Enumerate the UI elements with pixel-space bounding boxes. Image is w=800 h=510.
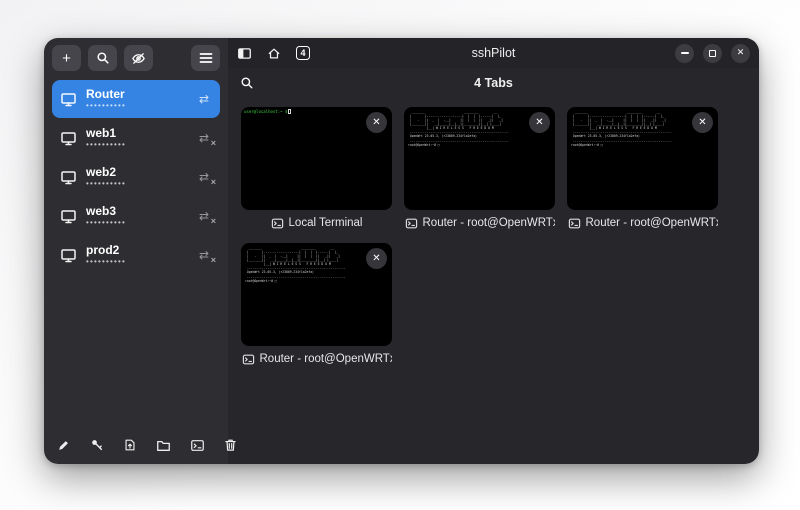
hamburger-menu-icon [199,52,213,64]
home-button[interactable] [267,47,281,60]
connection-name: web2 [86,166,187,179]
computer-icon [60,209,77,224]
tab-thumbnail[interactable]: user@localhost:~ $ ✕ [241,107,392,210]
app-window: + [44,38,759,464]
tabs-count-title: 4 Tabs [228,76,759,90]
terminal-tab-icon [242,354,255,365]
computer-icon [60,92,77,107]
close-tab-button[interactable]: ✕ [529,112,550,133]
tab-grid: user@localhost:~ $ ✕ Local Terminal [228,98,759,376]
connection-status-disconnected-icon: ⇄× [196,170,212,184]
tab-label: Router - root@OpenWRTx86… [423,217,555,229]
folder-icon [156,439,171,452]
close-tab-button[interactable]: ✕ [692,112,713,133]
sidebar-header: + [44,38,228,78]
tab-card-local-terminal[interactable]: user@localhost:~ $ ✕ Local Terminal [241,107,392,231]
connection-masked-host: •••••••••• [86,258,187,266]
connection-masked-host: •••••••••• [86,219,187,227]
close-icon: ✕ [372,117,380,128]
terminal-icon [190,439,205,452]
sidebar-item-web1[interactable]: web1 •••••••••• ⇄× [52,119,220,157]
sidebar-item-router[interactable]: Router •••••••••• ⇄ [52,80,220,118]
connection-masked-host: •••••••••• [86,141,187,149]
computer-icon [60,248,77,263]
tab-card-router-2[interactable]: _______ ________ __ | |.-----.-----.----… [567,107,718,231]
maximize-button[interactable] [703,44,722,63]
connection-name: Router [86,88,187,101]
minimize-icon [681,52,689,54]
connection-name: web3 [86,205,187,218]
close-icon: ✕ [737,49,745,58]
tab-count: 4 [300,48,305,58]
tab-card-router-1[interactable]: _______ ________ __ | |.-----.-----.----… [404,107,555,231]
connection-list: Router •••••••••• ⇄ web1 •••••••••• ⇄× [44,78,228,426]
tab-thumbnail[interactable]: _______ ________ __ | |.-----.-----.----… [567,107,718,210]
headerbar: 4 sshPilot ✕ [228,38,759,68]
search-button[interactable] [88,45,117,71]
terminal-tab-icon [405,218,418,229]
toggle-sidebar-button[interactable] [237,47,252,60]
search-icon [96,51,110,65]
sidebar-item-prod2[interactable]: prod2 •••••••••• ⇄× [52,236,220,274]
computer-icon [60,170,77,185]
upload-file-button[interactable] [123,438,137,452]
tab-label: Router - root@OpenWRTx86… [586,217,718,229]
sidebar-footer-toolbar [44,426,228,464]
close-tab-button[interactable]: ✕ [366,112,387,133]
file-upload-icon [123,438,137,452]
sidebar-item-web2[interactable]: web2 •••••••••• ⇄× [52,158,220,196]
tabs-overview-header: 4 Tabs [228,68,759,98]
sidebar-toggle-icon [237,47,252,60]
hide-passwords-button[interactable] [124,45,153,71]
pencil-icon [57,438,71,452]
connection-status-connected-icon: ⇄ [196,92,212,106]
tab-label: Router - root@OpenWRTx86… [260,353,392,365]
close-tab-button[interactable]: ✕ [366,248,387,269]
close-icon: ✕ [372,253,380,264]
tab-thumbnail[interactable]: _______ ________ __ | |.-----.-----.----… [241,243,392,346]
tab-thumbnail[interactable]: _______ ________ __ | |.-----.-----.----… [404,107,555,210]
connection-masked-host: •••••••••• [86,180,187,188]
files-button[interactable] [156,439,171,452]
menu-button[interactable] [191,45,220,71]
key-icon [90,438,104,452]
home-icon [267,47,281,60]
terminal-tab-icon [568,218,581,229]
plus-icon: + [62,51,71,66]
tab-card-router-3[interactable]: _______ ________ __ | |.-----.-----.----… [241,243,392,367]
trash-icon [224,438,237,452]
connection-name: web1 [86,127,187,140]
tab-overview-button[interactable]: 4 [296,46,310,60]
computer-icon [60,131,77,146]
open-terminal-button[interactable] [190,439,205,452]
terminal-tab-icon [271,218,284,229]
maximize-icon [709,50,716,57]
connection-status-disconnected-icon: ⇄× [196,131,212,145]
edit-button[interactable] [57,438,71,452]
tab-label: Local Terminal [289,217,363,229]
sidebar-item-web3[interactable]: web3 •••••••••• ⇄× [52,197,220,235]
eye-off-icon [131,51,146,66]
close-window-button[interactable]: ✕ [731,44,750,63]
close-icon: ✕ [535,117,543,128]
connection-status-disconnected-icon: ⇄× [196,248,212,262]
minimize-button[interactable] [675,44,694,63]
main-area: 4 sshPilot ✕ 4 Tabs user@localhost:~ $ [228,38,759,464]
connection-name: prod2 [86,244,187,257]
add-connection-button[interactable]: + [52,45,81,71]
keys-button[interactable] [90,438,104,452]
connection-status-disconnected-icon: ⇄× [196,209,212,223]
delete-button[interactable] [224,438,237,452]
sidebar: + [44,38,228,464]
close-icon: ✕ [698,117,706,128]
connection-masked-host: •••••••••• [86,102,187,110]
